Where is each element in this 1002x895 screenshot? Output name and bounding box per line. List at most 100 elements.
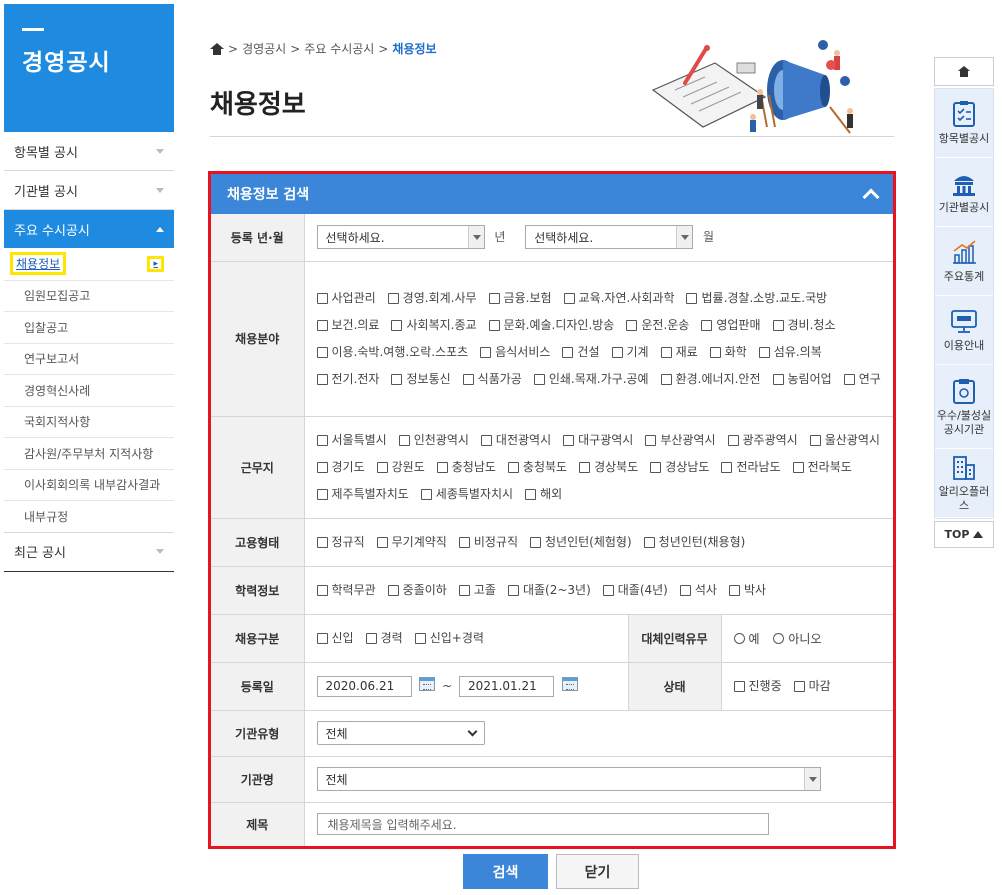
checkbox-option[interactable]: 충청남도 bbox=[436, 459, 496, 476]
checkbox-option[interactable]: 전라북도 bbox=[792, 459, 852, 476]
sidebar-item-org-disclosure[interactable]: 기관별 공시 bbox=[4, 171, 174, 209]
checkbox-option[interactable]: 대구광역시 bbox=[563, 432, 633, 449]
checkbox-option[interactable]: 경력 bbox=[365, 630, 403, 647]
submenu-item-board-minutes[interactable]: 이사회회의록 내부감사결과 bbox=[4, 468, 174, 501]
checkbox-option[interactable]: 광주광역시 bbox=[727, 432, 798, 449]
checkbox-box bbox=[530, 536, 541, 548]
close-button[interactable]: 닫기 bbox=[556, 854, 639, 889]
checkbox-option[interactable]: 충청북도 bbox=[507, 459, 567, 476]
checkbox-option[interactable]: 사업관리 bbox=[316, 290, 376, 307]
checkbox-option[interactable]: 섬유.의복 bbox=[758, 344, 822, 361]
checkbox-option[interactable]: 화학 bbox=[709, 344, 747, 361]
quick-item-guide[interactable]: 이용안내 bbox=[935, 296, 993, 365]
checkbox-option[interactable]: 전기.전자 bbox=[316, 371, 379, 388]
checkbox-option[interactable]: 대졸(2~3년) bbox=[507, 582, 591, 599]
checkbox-option[interactable]: 부산광역시 bbox=[645, 432, 716, 449]
checkbox-option[interactable]: 농림어업 bbox=[772, 371, 832, 388]
quick-item-statistics[interactable]: 주요통계 bbox=[935, 227, 993, 296]
checkbox-option[interactable]: 신입 bbox=[316, 630, 354, 647]
submenu-item-bid[interactable]: 입찰공고 bbox=[4, 311, 174, 343]
checkbox-option[interactable]: 학력무관 bbox=[316, 582, 376, 599]
checkbox-option[interactable]: 경기도 bbox=[316, 459, 365, 476]
sidebar-item-recent-disclosure[interactable]: 최근 공시 bbox=[4, 533, 174, 571]
year-select[interactable]: 선택하세요. bbox=[316, 225, 485, 250]
breadcrumb-item[interactable]: 주요 수시공시 bbox=[304, 40, 374, 57]
checkbox-option[interactable]: 영업판매 bbox=[701, 317, 761, 334]
checkbox-option[interactable]: 제주특별자치도 bbox=[316, 486, 409, 503]
submenu-item-executive-recruit[interactable]: 임원모집공고 bbox=[4, 279, 174, 312]
submenu-item-internal-rules[interactable]: 내부규정 bbox=[4, 500, 174, 532]
calendar-icon[interactable] bbox=[561, 677, 578, 691]
checkbox-option[interactable]: 정보통신 bbox=[391, 371, 451, 388]
submenu-item-assembly-findings[interactable]: 국회지적사항 bbox=[4, 405, 174, 438]
checkbox-option[interactable]: 마감 bbox=[793, 678, 831, 695]
checkbox-option[interactable]: 연구 bbox=[843, 371, 881, 388]
quick-item-org-disclosure[interactable]: 기관별공시 bbox=[935, 158, 993, 227]
checkbox-option[interactable]: 고졸 bbox=[458, 582, 496, 599]
checkbox-option[interactable]: 세종특별자치시 bbox=[420, 486, 513, 503]
checkbox-option[interactable]: 진행중 bbox=[733, 678, 782, 695]
checkbox-option[interactable]: 식품가공 bbox=[462, 371, 522, 388]
checkbox-option[interactable]: 비정규직 bbox=[458, 534, 518, 551]
quick-item-excellent-org[interactable]: 우수/불성실 공시기관 bbox=[935, 365, 993, 449]
submenu-item-recruit-info[interactable]: 채용정보 ▸ bbox=[4, 248, 174, 280]
search-button[interactable]: 검색 bbox=[463, 854, 548, 889]
org-name-select[interactable]: 전체 bbox=[316, 767, 821, 791]
checkbox-option[interactable]: 서울특별시 bbox=[316, 432, 387, 449]
checkbox-option[interactable]: 경비.청소 bbox=[772, 317, 836, 334]
date-from-input[interactable]: 2020.06.21 bbox=[316, 675, 412, 697]
checkbox-option[interactable]: 사회복지.종교 bbox=[391, 317, 477, 334]
checkbox-option[interactable]: 법률.경찰.소방.교도.국방 bbox=[686, 290, 827, 307]
checkbox-option[interactable]: 운전.운송 bbox=[626, 317, 689, 334]
home-icon[interactable] bbox=[210, 42, 224, 55]
checkbox-option[interactable]: 전라남도 bbox=[721, 459, 781, 476]
replacement-yes-radio[interactable]: 예 bbox=[733, 630, 760, 647]
checkbox-option[interactable]: 청년인턴(체험형) bbox=[530, 534, 632, 551]
checkbox-option[interactable]: 음식서비스 bbox=[480, 344, 550, 361]
checkbox-option[interactable]: 무기계약직 bbox=[376, 534, 447, 551]
checkbox-option[interactable]: 인쇄.목재.가구.공예 bbox=[533, 371, 649, 388]
scroll-top-button[interactable]: TOP bbox=[934, 521, 994, 548]
checkbox-label: 전라남도 bbox=[736, 459, 781, 474]
checkbox-option[interactable]: 경영.회계.사무 bbox=[387, 290, 477, 307]
replacement-no-radio[interactable]: 아니오 bbox=[773, 630, 822, 647]
checkbox-option[interactable]: 박사 bbox=[728, 582, 766, 599]
checkbox-option[interactable]: 강원도 bbox=[376, 459, 425, 476]
checkbox-option[interactable]: 정규직 bbox=[316, 534, 365, 551]
checkbox-option[interactable]: 재료 bbox=[660, 344, 698, 361]
sidebar-item-major-disclosure[interactable]: 주요 수시공시 bbox=[4, 210, 174, 248]
submenu-item-audit-findings[interactable]: 감사원/주무부처 지적사항 bbox=[4, 437, 174, 469]
checkbox-option[interactable]: 환경.에너지.안전 bbox=[660, 371, 761, 388]
checkbox-option[interactable]: 중졸이하 bbox=[387, 582, 447, 599]
checkbox-option[interactable]: 석사 bbox=[679, 582, 717, 599]
checkbox-option[interactable]: 교육.자연.사회과학 bbox=[563, 290, 674, 307]
quick-item-alio-plus[interactable]: 알리오플러스 bbox=[935, 449, 993, 518]
collapse-icon[interactable] bbox=[863, 187, 877, 201]
sidebar-item-item-disclosure[interactable]: 항목별 공시 bbox=[4, 132, 174, 170]
checkbox-option[interactable]: 경상북도 bbox=[579, 459, 638, 476]
checkbox-option[interactable]: 해외 bbox=[525, 486, 562, 503]
date-to-input[interactable]: 2021.01.21 bbox=[459, 675, 555, 697]
checkbox-option[interactable]: 대전광역시 bbox=[480, 432, 551, 449]
calendar-icon[interactable] bbox=[419, 677, 436, 691]
checkbox-option[interactable]: 대졸(4년) bbox=[602, 582, 668, 599]
org-type-select[interactable]: 전체 bbox=[316, 721, 485, 745]
checkbox-option[interactable]: 건설 bbox=[562, 344, 600, 361]
submenu-item-innovation-case[interactable]: 경영혁신사례 bbox=[4, 374, 174, 406]
breadcrumb-item[interactable]: 경영공시 bbox=[242, 40, 286, 57]
subject-input[interactable]: 채용제목을 입력해주세요. bbox=[316, 813, 769, 836]
checkbox-option[interactable]: 이용.숙박.여행.오락.스포츠 bbox=[316, 344, 468, 361]
checkbox-option[interactable]: 기계 bbox=[611, 344, 649, 361]
checkbox-option[interactable]: 금융.보험 bbox=[488, 290, 552, 307]
checkbox-option[interactable]: 신입+경력 bbox=[414, 630, 484, 647]
checkbox-option[interactable]: 울산광역시 bbox=[809, 432, 880, 449]
month-select[interactable]: 선택하세요. bbox=[525, 225, 694, 250]
checkbox-option[interactable]: 청년인턴(채용형) bbox=[643, 534, 745, 551]
quick-home-button[interactable] bbox=[934, 57, 994, 86]
checkbox-option[interactable]: 보건.의료 bbox=[316, 317, 379, 334]
quick-item-item-disclosure[interactable]: 항목별공시 bbox=[935, 89, 993, 158]
checkbox-option[interactable]: 인천광역시 bbox=[398, 432, 469, 449]
checkbox-option[interactable]: 경상남도 bbox=[650, 459, 709, 476]
submenu-item-research-report[interactable]: 연구보고서 bbox=[4, 342, 174, 375]
checkbox-option[interactable]: 문화.예술.디자인.방송 bbox=[488, 317, 614, 334]
